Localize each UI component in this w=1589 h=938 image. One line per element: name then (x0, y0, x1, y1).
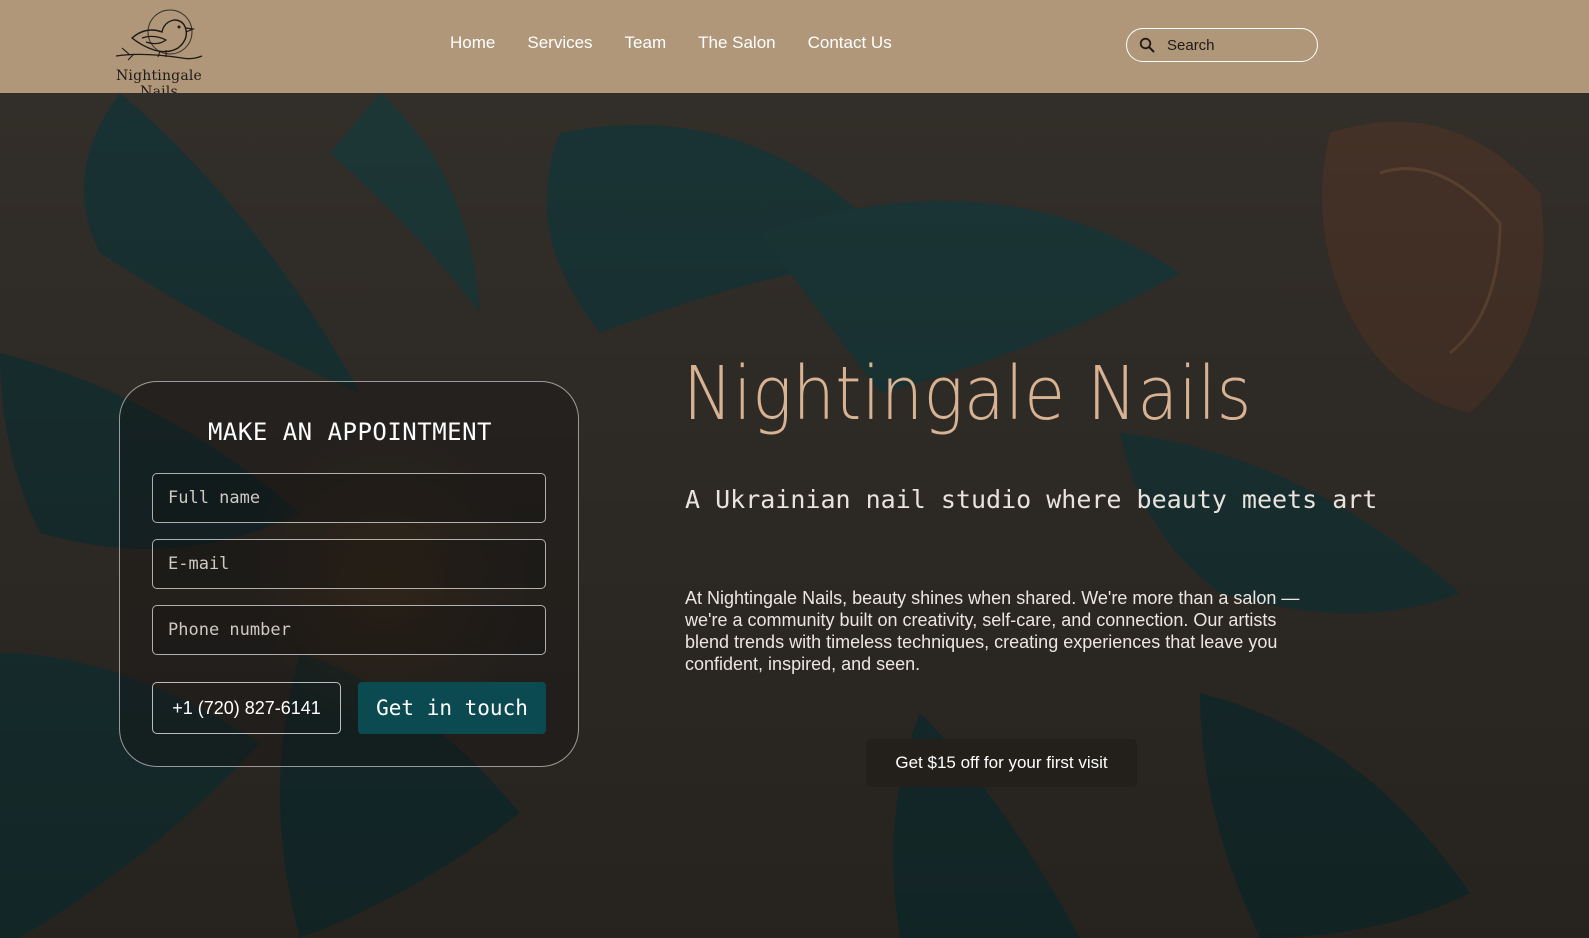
nightingale-bird-icon (115, 9, 203, 61)
main-nav: Home Services Team The Salon Contact Us (450, 33, 892, 53)
appointment-form: MAKE AN APPOINTMENT +1 (720) 827-6141 Ge… (119, 381, 579, 767)
hero-title: Nightingale Nails (683, 351, 1252, 437)
call-phone-button[interactable]: +1 (720) 827-6141 (152, 682, 341, 734)
search-input[interactable] (1167, 36, 1307, 54)
site-logo[interactable]: Nightingale Nails (100, 8, 218, 100)
top-navigation-bar: Nightingale Nails Home Services Team The… (0, 0, 1589, 100)
email-field[interactable] (152, 539, 546, 589)
first-visit-offer-button[interactable]: Get $15 off for your first visit (866, 739, 1137, 787)
hero-section: MAKE AN APPOINTMENT +1 (720) 827-6141 Ge… (0, 93, 1589, 938)
get-in-touch-button[interactable]: Get in touch (358, 682, 546, 734)
full-name-field[interactable] (152, 473, 546, 523)
hero-description: At Nightingale Nails, beauty shines when… (685, 588, 1300, 674)
nav-contact-us[interactable]: Contact Us (808, 33, 892, 53)
search-box[interactable] (1126, 28, 1318, 62)
nav-team[interactable]: Team (625, 33, 667, 53)
hero-tagline: A Ukrainian nail studio where beauty mee… (685, 485, 1378, 514)
nav-home[interactable]: Home (450, 33, 495, 53)
nav-services[interactable]: Services (527, 33, 592, 53)
phone-number-field[interactable] (152, 605, 546, 655)
nav-the-salon[interactable]: The Salon (698, 33, 776, 53)
search-icon[interactable] (1127, 29, 1167, 61)
appointment-title: MAKE AN APPOINTMENT (207, 418, 493, 446)
